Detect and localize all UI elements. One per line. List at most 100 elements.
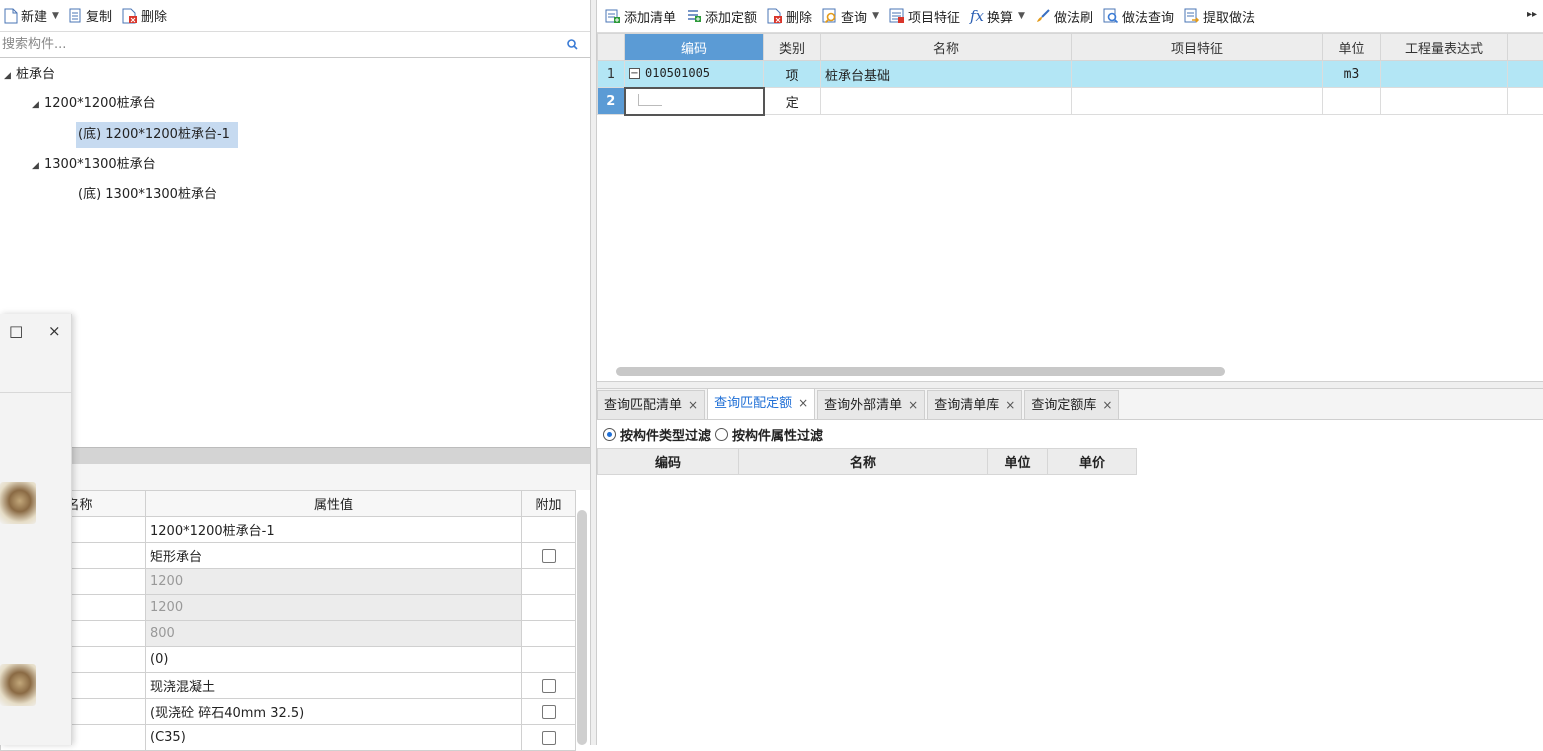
collapse-triangle-icon[interactable]: ◢ [4,63,16,89]
close-icon[interactable]: × [798,396,808,410]
result-name-header[interactable]: 名称 [739,449,988,475]
thumbnail-image[interactable] [0,482,36,524]
item-feature-button[interactable]: 项目特征 [885,5,964,27]
extra-checkbox[interactable] [542,705,556,719]
unit-column-header[interactable]: 单位 [1323,34,1381,61]
close-icon[interactable]: × [48,322,61,340]
extract-method-button[interactable]: 提取做法 [1180,5,1259,27]
unit-cell[interactable]: m3 [1323,61,1381,88]
property-row[interactable]: 强度等级(C35) [1,725,576,751]
table-row[interactable]: 2 定 [598,88,1543,115]
extra-checkbox[interactable] [542,679,556,693]
extra-checkbox[interactable] [542,731,556,745]
property-value-cell[interactable]: (C35) [146,725,522,751]
grid-delete-button[interactable]: 删除 [763,5,816,27]
extra-cell[interactable] [1508,61,1543,88]
property-row[interactable]: 1200*1200桩承台-1 [1,517,576,543]
collapse-triangle-icon[interactable]: ◢ [32,153,44,179]
add-quota-button[interactable]: 添加定额 [682,5,761,27]
code-column-header[interactable]: 编码 [625,34,764,61]
convert-button[interactable]: fx 换算 ▼ [966,5,1029,27]
thumbnail-image[interactable] [0,664,36,706]
new-button[interactable]: 新建 ▼ [0,5,63,27]
tab-match-quota[interactable]: 查询匹配定额× [707,388,815,419]
tab-match-bill[interactable]: 查询匹配清单× [597,390,705,419]
property-value-cell[interactable]: (0) [146,647,522,673]
property-value-cell[interactable]: 矩形承台 [146,543,522,569]
category-column-header[interactable]: 类别 [764,34,821,61]
feature-cell[interactable] [1072,88,1323,115]
property-row[interactable]: 现浇混凝土 [1,673,576,699]
category-cell[interactable]: 定 [764,88,821,115]
result-price-header[interactable]: 单价 [1048,449,1137,475]
table-row[interactable]: 1 −010501005 项 桩承台基础 m3 [598,61,1543,88]
close-icon[interactable]: × [1102,398,1112,412]
name-cell[interactable]: 桩承台基础 [821,61,1072,88]
property-scrollbar[interactable] [577,510,587,745]
tree-node-root[interactable]: ◢桩承台 [4,62,55,88]
toolbar-overflow-icon[interactable]: ▸▸ [1527,9,1537,20]
property-row[interactable]: 状矩形承台 [1,543,576,569]
property-row[interactable]: m)1200 [1,595,576,621]
property-extra-header[interactable]: 附加 [522,491,576,517]
collapse-minus-icon[interactable]: − [629,68,640,79]
category-cell[interactable]: 项 [764,61,821,88]
expression-cell[interactable] [1381,88,1508,115]
unit-cell[interactable] [1323,88,1381,115]
name-cell[interactable] [821,88,1072,115]
vertical-splitter[interactable] [590,0,597,745]
tree-node-group1-child[interactable]: (底) 1200*1200桩承台-1 [76,122,238,148]
filter-by-type-label[interactable]: 按构件类型过滤 [620,425,711,444]
property-value-cell[interactable]: 1200*1200桩承台-1 [146,517,522,543]
collapse-triangle-icon[interactable]: ◢ [32,92,44,118]
filter-by-type-radio[interactable] [603,428,616,441]
method-query-button[interactable]: 做法查询 [1099,5,1178,27]
feature-column-header[interactable]: 项目特征 [1072,34,1323,61]
convert-dropdown-icon[interactable]: ▼ [1018,11,1025,21]
property-value-header[interactable]: 属性值 [146,491,522,517]
tree-node-group2-child[interactable]: (底) 1300*1300桩承台 [78,182,217,208]
property-value-cell[interactable]: (现浇砼 碎石40mm 32.5) [146,699,522,725]
panel-splitter[interactable] [0,447,590,464]
property-value-cell[interactable]: 800 [146,621,522,647]
feature-cell[interactable] [1072,61,1323,88]
close-icon[interactable]: × [688,398,698,412]
name-column-header[interactable]: 名称 [821,34,1072,61]
copy-button[interactable]: 复制 [65,5,116,27]
filter-by-attr-label[interactable]: 按构件属性过滤 [732,425,823,444]
close-icon[interactable]: × [908,398,918,412]
new-dropdown-icon[interactable]: ▼ [52,11,59,21]
grid-horizontal-scrollbar[interactable] [616,367,1225,376]
filter-by-attr-radio[interactable] [715,428,728,441]
query-button[interactable]: 查询 ▼ [818,5,883,27]
extra-cell[interactable] [1508,88,1543,115]
result-unit-header[interactable]: 单位 [988,449,1048,475]
search-input[interactable] [0,32,560,57]
property-row[interactable]: 示高(m)(0) [1,647,576,673]
result-code-header[interactable]: 编码 [598,449,739,475]
expression-column-header[interactable]: 工程量表达式 [1381,34,1508,61]
property-value-cell[interactable]: 1200 [146,569,522,595]
property-value-cell[interactable]: 1200 [146,595,522,621]
expression-cell[interactable] [1381,61,1508,88]
code-cell[interactable]: −010501005 [625,61,764,88]
property-row[interactable]: m)1200 [1,569,576,595]
property-value-cell[interactable]: 现浇混凝土 [146,673,522,699]
extra-checkbox[interactable] [542,549,556,563]
method-brush-button[interactable]: 做法刷 [1031,5,1097,27]
maximize-icon[interactable]: □ [9,322,23,340]
query-dropdown-icon[interactable]: ▼ [872,11,879,21]
property-row[interactable]: 类型(现浇砼 碎石40mm 32.5) [1,699,576,725]
tree-node-group2[interactable]: ◢1300*1300桩承台 [32,152,156,178]
add-bill-button[interactable]: 添加清单 [601,5,680,27]
code-cell-editing[interactable] [625,88,764,115]
tab-external-bill[interactable]: 查询外部清单× [817,390,925,419]
tab-bill-library[interactable]: 查询清单库× [927,390,1022,419]
property-row[interactable]: m)800 [1,621,576,647]
delete-button[interactable]: 删除 [118,5,171,27]
search-icon[interactable] [567,39,578,50]
close-icon[interactable]: × [1005,398,1015,412]
tree-node-group1[interactable]: ◢1200*1200桩承台 [32,91,156,117]
property-table: 性名称 属性值 附加 1200*1200桩承台-1状矩形承台m)1200m)12… [0,490,576,751]
tab-quota-library[interactable]: 查询定额库× [1024,390,1119,419]
